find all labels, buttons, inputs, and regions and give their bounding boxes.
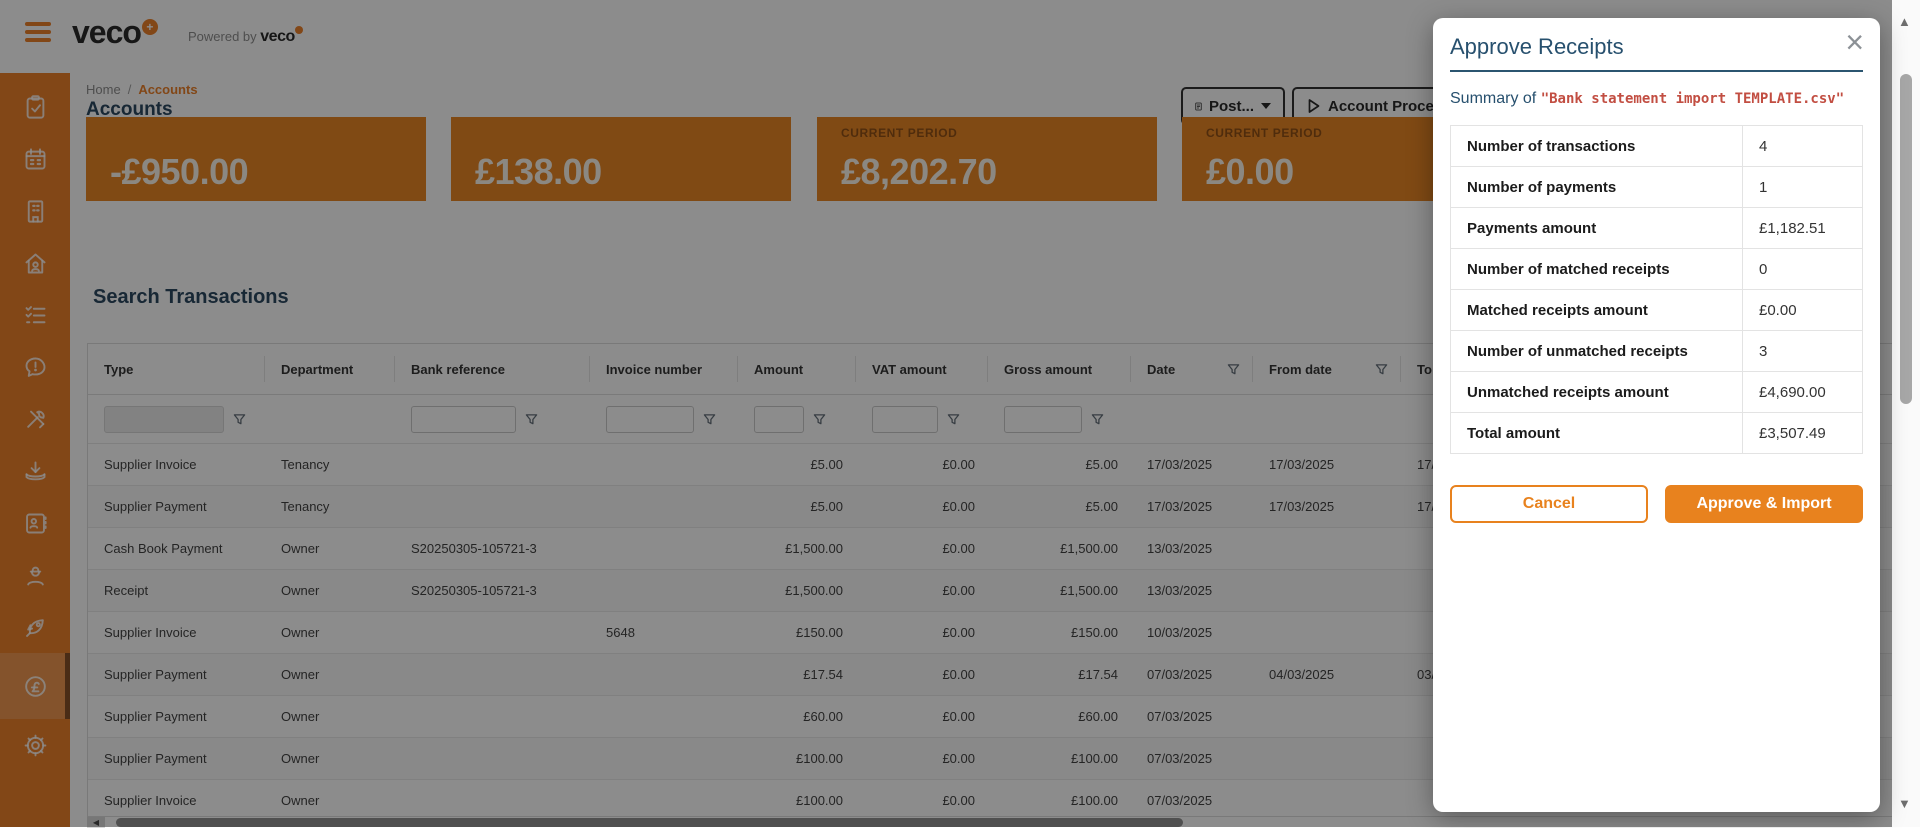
close-icon[interactable]: × <box>1845 26 1864 58</box>
summary-row: Number of matched receipts 0 <box>1451 249 1862 290</box>
summary-row-label: Number of payments <box>1451 167 1743 207</box>
summary-row-label: Matched receipts amount <box>1451 290 1743 330</box>
scroll-up-icon[interactable]: ▲ <box>1898 14 1911 29</box>
summary-row-value: 3 <box>1743 343 1864 360</box>
summary-row-label: Payments amount <box>1451 208 1743 248</box>
summary-row-value: £0.00 <box>1743 302 1864 319</box>
modal-summary-line: Summary of "Bank statement import TEMPLA… <box>1450 90 1844 108</box>
modal-actions: Cancel Approve & Import <box>1450 485 1863 523</box>
summary-row-label: Unmatched receipts amount <box>1451 372 1743 412</box>
summary-row-value: 1 <box>1743 179 1864 196</box>
summary-row-value: £1,182.51 <box>1743 220 1864 237</box>
summary-row-label: Number of unmatched receipts <box>1451 331 1743 371</box>
summary-row-value: 0 <box>1743 261 1864 278</box>
summary-file-name: "Bank statement import TEMPLATE.csv" <box>1541 91 1844 107</box>
summary-row: Unmatched receipts amount £4,690.00 <box>1451 372 1862 413</box>
summary-table: Number of transactions 4 Number of payme… <box>1450 125 1863 454</box>
summary-row-value: £3,507.49 <box>1743 425 1864 442</box>
summary-row: Number of transactions 4 <box>1451 126 1862 167</box>
modal-title: Approve Receipts <box>1450 34 1624 60</box>
page-root: veco+ Powered by veco Home/Accounts Acco… <box>0 0 1920 827</box>
summary-row: Number of unmatched receipts 3 <box>1451 331 1862 372</box>
summary-row: Total amount £3,507.49 <box>1451 413 1862 454</box>
summary-row: Payments amount £1,182.51 <box>1451 208 1862 249</box>
summary-row-value: £4,690.00 <box>1743 384 1864 401</box>
vertical-scrollbar: ▲ ▼ <box>1892 0 1920 827</box>
summary-row-label: Number of transactions <box>1451 126 1743 166</box>
modal-title-divider <box>1450 70 1863 72</box>
scroll-down-icon[interactable]: ▼ <box>1898 796 1911 811</box>
approve-receipts-modal: Approve Receipts × Summary of "Bank stat… <box>1433 18 1880 812</box>
summary-row-value: 4 <box>1743 138 1864 155</box>
summary-prefix: Summary of <box>1450 90 1536 107</box>
cancel-button[interactable]: Cancel <box>1450 485 1648 523</box>
summary-row: Matched receipts amount £0.00 <box>1451 290 1862 331</box>
summary-row-label: Total amount <box>1451 413 1743 453</box>
vertical-scrollbar-thumb[interactable] <box>1900 74 1912 404</box>
approve-import-button[interactable]: Approve & Import <box>1665 485 1863 523</box>
summary-row-label: Number of matched receipts <box>1451 249 1743 289</box>
summary-row: Number of payments 1 <box>1451 167 1862 208</box>
